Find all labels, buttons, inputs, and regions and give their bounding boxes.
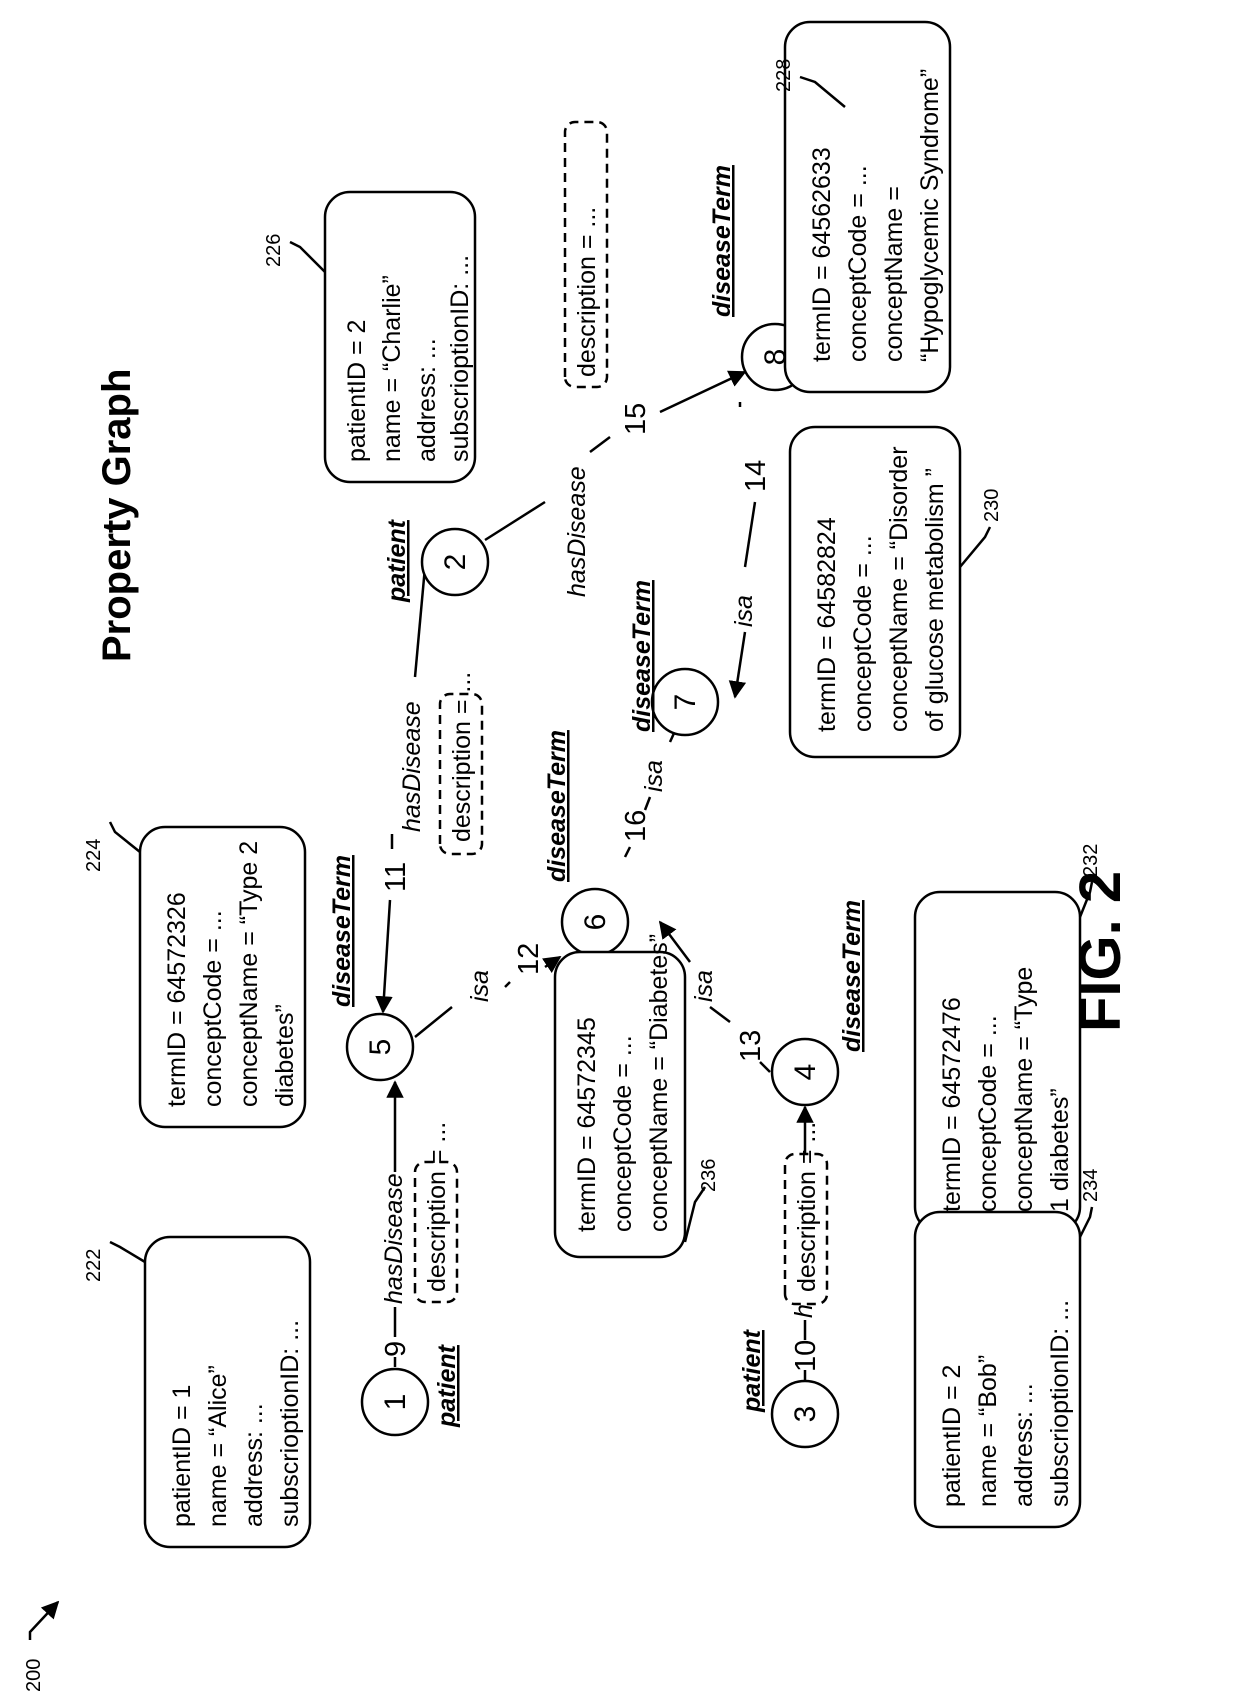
node-2[interactable]: 2 patient	[383, 518, 490, 603]
svg-text:address: ...: address: ...	[413, 338, 441, 462]
edge-label-15: hasDisease	[563, 466, 591, 597]
svg-text:4: 4	[789, 1064, 822, 1081]
svg-text:diabetes”: diabetes”	[271, 1004, 299, 1107]
property-box-224: termID = 64572326 conceptCode = ... conc…	[83, 821, 307, 1129]
node-type-6: diseaseTerm	[543, 730, 571, 882]
svg-text:termID = 64562633: termID = 64562633	[808, 147, 836, 362]
edge-12: isa 12	[414, 943, 562, 1038]
svg-text:conceptName =: conceptName =	[880, 186, 908, 362]
svg-text:1 diabetes”: 1 diabetes”	[1046, 1088, 1074, 1212]
svg-text:address: ...: address: ...	[1010, 1383, 1038, 1507]
edge-id-9: 9	[380, 1341, 412, 1357]
edge-label-11: hasDisease	[398, 701, 426, 832]
node-6[interactable]: 6 diseaseTerm	[543, 730, 630, 957]
ref-200: 200	[23, 1659, 45, 1692]
property-graph-figure: Property Graph FIG. 2 200 9 hasDisease 1…	[23, 20, 1133, 1692]
property-box-226: patientID = 2 name = “Charlie” address: …	[263, 190, 477, 484]
svg-text:name = “Charlie”: name = “Charlie”	[378, 275, 406, 462]
edge-id-13: 13	[735, 1030, 767, 1062]
node-7[interactable]: 7 diseaseTerm	[628, 580, 720, 737]
svg-text:6: 6	[579, 914, 612, 931]
svg-text:conceptName = “Diabetes”: conceptName = “Diabetes”	[645, 934, 673, 1232]
rotated-diagram: Property Graph FIG. 2 200 9 hasDisease 1…	[23, 20, 1133, 1692]
node-type-3: patient	[738, 1328, 766, 1413]
edge-label-16: isa	[640, 760, 668, 792]
edge-15: hasDisease 15	[484, 370, 747, 597]
ref-228: 228	[773, 59, 795, 92]
ref-226: 226	[263, 234, 285, 267]
svg-text:description = ...: description = ...	[448, 672, 476, 842]
svg-text:termID = 64572476: termID = 64572476	[938, 997, 966, 1212]
figure-title: Property Graph	[95, 369, 139, 662]
svg-text:patientID = 1: patientID = 1	[168, 1385, 196, 1527]
svg-text:termID = 64572326: termID = 64572326	[163, 892, 191, 1107]
ref-200-arrow	[28, 1600, 60, 1640]
edge-id-16: 16	[620, 810, 652, 842]
edge-property-9: description = ...	[413, 1122, 459, 1304]
edge-label-14: isa	[730, 595, 758, 627]
ref-232: 232	[1080, 844, 1102, 877]
edge-id-12: 12	[513, 943, 545, 975]
edge-9: 9 hasDisease	[380, 1080, 412, 1367]
svg-text:conceptName = “Type: conceptName = “Type	[1010, 967, 1038, 1212]
edge-id-15: 15	[620, 403, 652, 435]
edge-property-15: description = ...	[563, 120, 609, 389]
edge-property-11: description = ...	[438, 672, 484, 856]
edge-label-13: isa	[690, 970, 718, 1002]
ref-222: 222	[83, 1249, 105, 1282]
svg-text:description = ...: description = ...	[793, 1122, 821, 1292]
edge-property-10: description = ...	[783, 1122, 829, 1306]
node-type-2: patient	[383, 518, 411, 603]
svg-text:5: 5	[364, 1039, 397, 1056]
svg-text:subscrioptionID: ...: subscrioptionID: ...	[446, 255, 474, 462]
ref-224: 224	[83, 839, 105, 872]
edge-id-14: 14	[740, 460, 772, 492]
svg-text:“Hypoglycemic Syndrome”: “Hypoglycemic Syndrome”	[916, 69, 944, 362]
svg-text:conceptCode = ...: conceptCode = ...	[974, 1015, 1002, 1212]
svg-text:patientID = 2: patientID = 2	[343, 320, 371, 462]
node-type-5: diseaseTerm	[328, 855, 356, 1007]
property-box-222: patientID = 1 name = “Alice” address: ..…	[83, 1235, 312, 1549]
property-box-228: termID = 64562633 conceptCode = ... conc…	[773, 20, 952, 394]
svg-text:name = “Bob”: name = “Bob”	[974, 1355, 1002, 1507]
svg-text:name = “Alice”: name = “Alice”	[204, 1365, 232, 1527]
property-box-230: termID = 64582824 conceptCode = ... conc…	[788, 425, 1003, 759]
svg-text:termID = 64572345: termID = 64572345	[573, 1017, 601, 1232]
ref-230: 230	[981, 489, 1003, 522]
property-box-232: termID = 64572476 conceptCode = ... conc…	[913, 844, 1102, 1234]
svg-text:subscrioptionID: ...: subscrioptionID: ...	[276, 1320, 304, 1527]
svg-text:patientID = 2: patientID = 2	[938, 1365, 966, 1507]
svg-text:7: 7	[669, 694, 702, 711]
svg-text:of glucose metabolism ”: of glucose metabolism ”	[921, 468, 949, 732]
svg-text:subscrioptionID: ...: subscrioptionID: ...	[1046, 1300, 1074, 1507]
node-3[interactable]: 3 patient	[738, 1328, 840, 1449]
svg-text:conceptCode = ...: conceptCode = ...	[609, 1035, 637, 1232]
svg-text:3: 3	[789, 1406, 822, 1423]
svg-text:conceptCode = ...: conceptCode = ...	[844, 165, 872, 362]
edge-label-12: isa	[466, 970, 494, 1002]
ref-234: 234	[1080, 1169, 1102, 1202]
svg-text:1: 1	[379, 1394, 412, 1411]
svg-text:conceptCode = ...: conceptCode = ...	[849, 535, 877, 732]
svg-text:conceptName = “Disorder: conceptName = “Disorder	[885, 446, 913, 732]
edge-label-9: hasDisease	[380, 1173, 408, 1304]
node-type-7: diseaseTerm	[628, 580, 656, 732]
edge-id-11: 11	[380, 862, 412, 892]
svg-text:termID = 64582824: termID = 64582824	[813, 517, 841, 732]
svg-text:conceptName = “Type 2: conceptName = “Type 2	[235, 841, 263, 1107]
property-box-234: patientID = 2 name = “Bob” address: ... …	[913, 1169, 1102, 1529]
svg-text:address: ...: address: ...	[240, 1403, 268, 1527]
edge-14: 14 isa	[728, 402, 772, 699]
svg-text:description = ...: description = ...	[423, 1122, 451, 1292]
ref-236: 236	[698, 1159, 720, 1192]
svg-text:description = ...: description = ...	[573, 207, 601, 377]
node-type-1: patient	[433, 1343, 461, 1428]
node-type-4: diseaseTerm	[838, 900, 866, 1052]
svg-text:conceptCode = ...: conceptCode = ...	[199, 910, 227, 1107]
edge-id-10: 10	[790, 1340, 822, 1372]
edge-11: hasDisease 11	[375, 566, 427, 1014]
node-4[interactable]: 4 diseaseTerm	[770, 900, 866, 1107]
svg-text:2: 2	[439, 554, 472, 571]
node-type-8: diseaseTerm	[708, 165, 736, 317]
